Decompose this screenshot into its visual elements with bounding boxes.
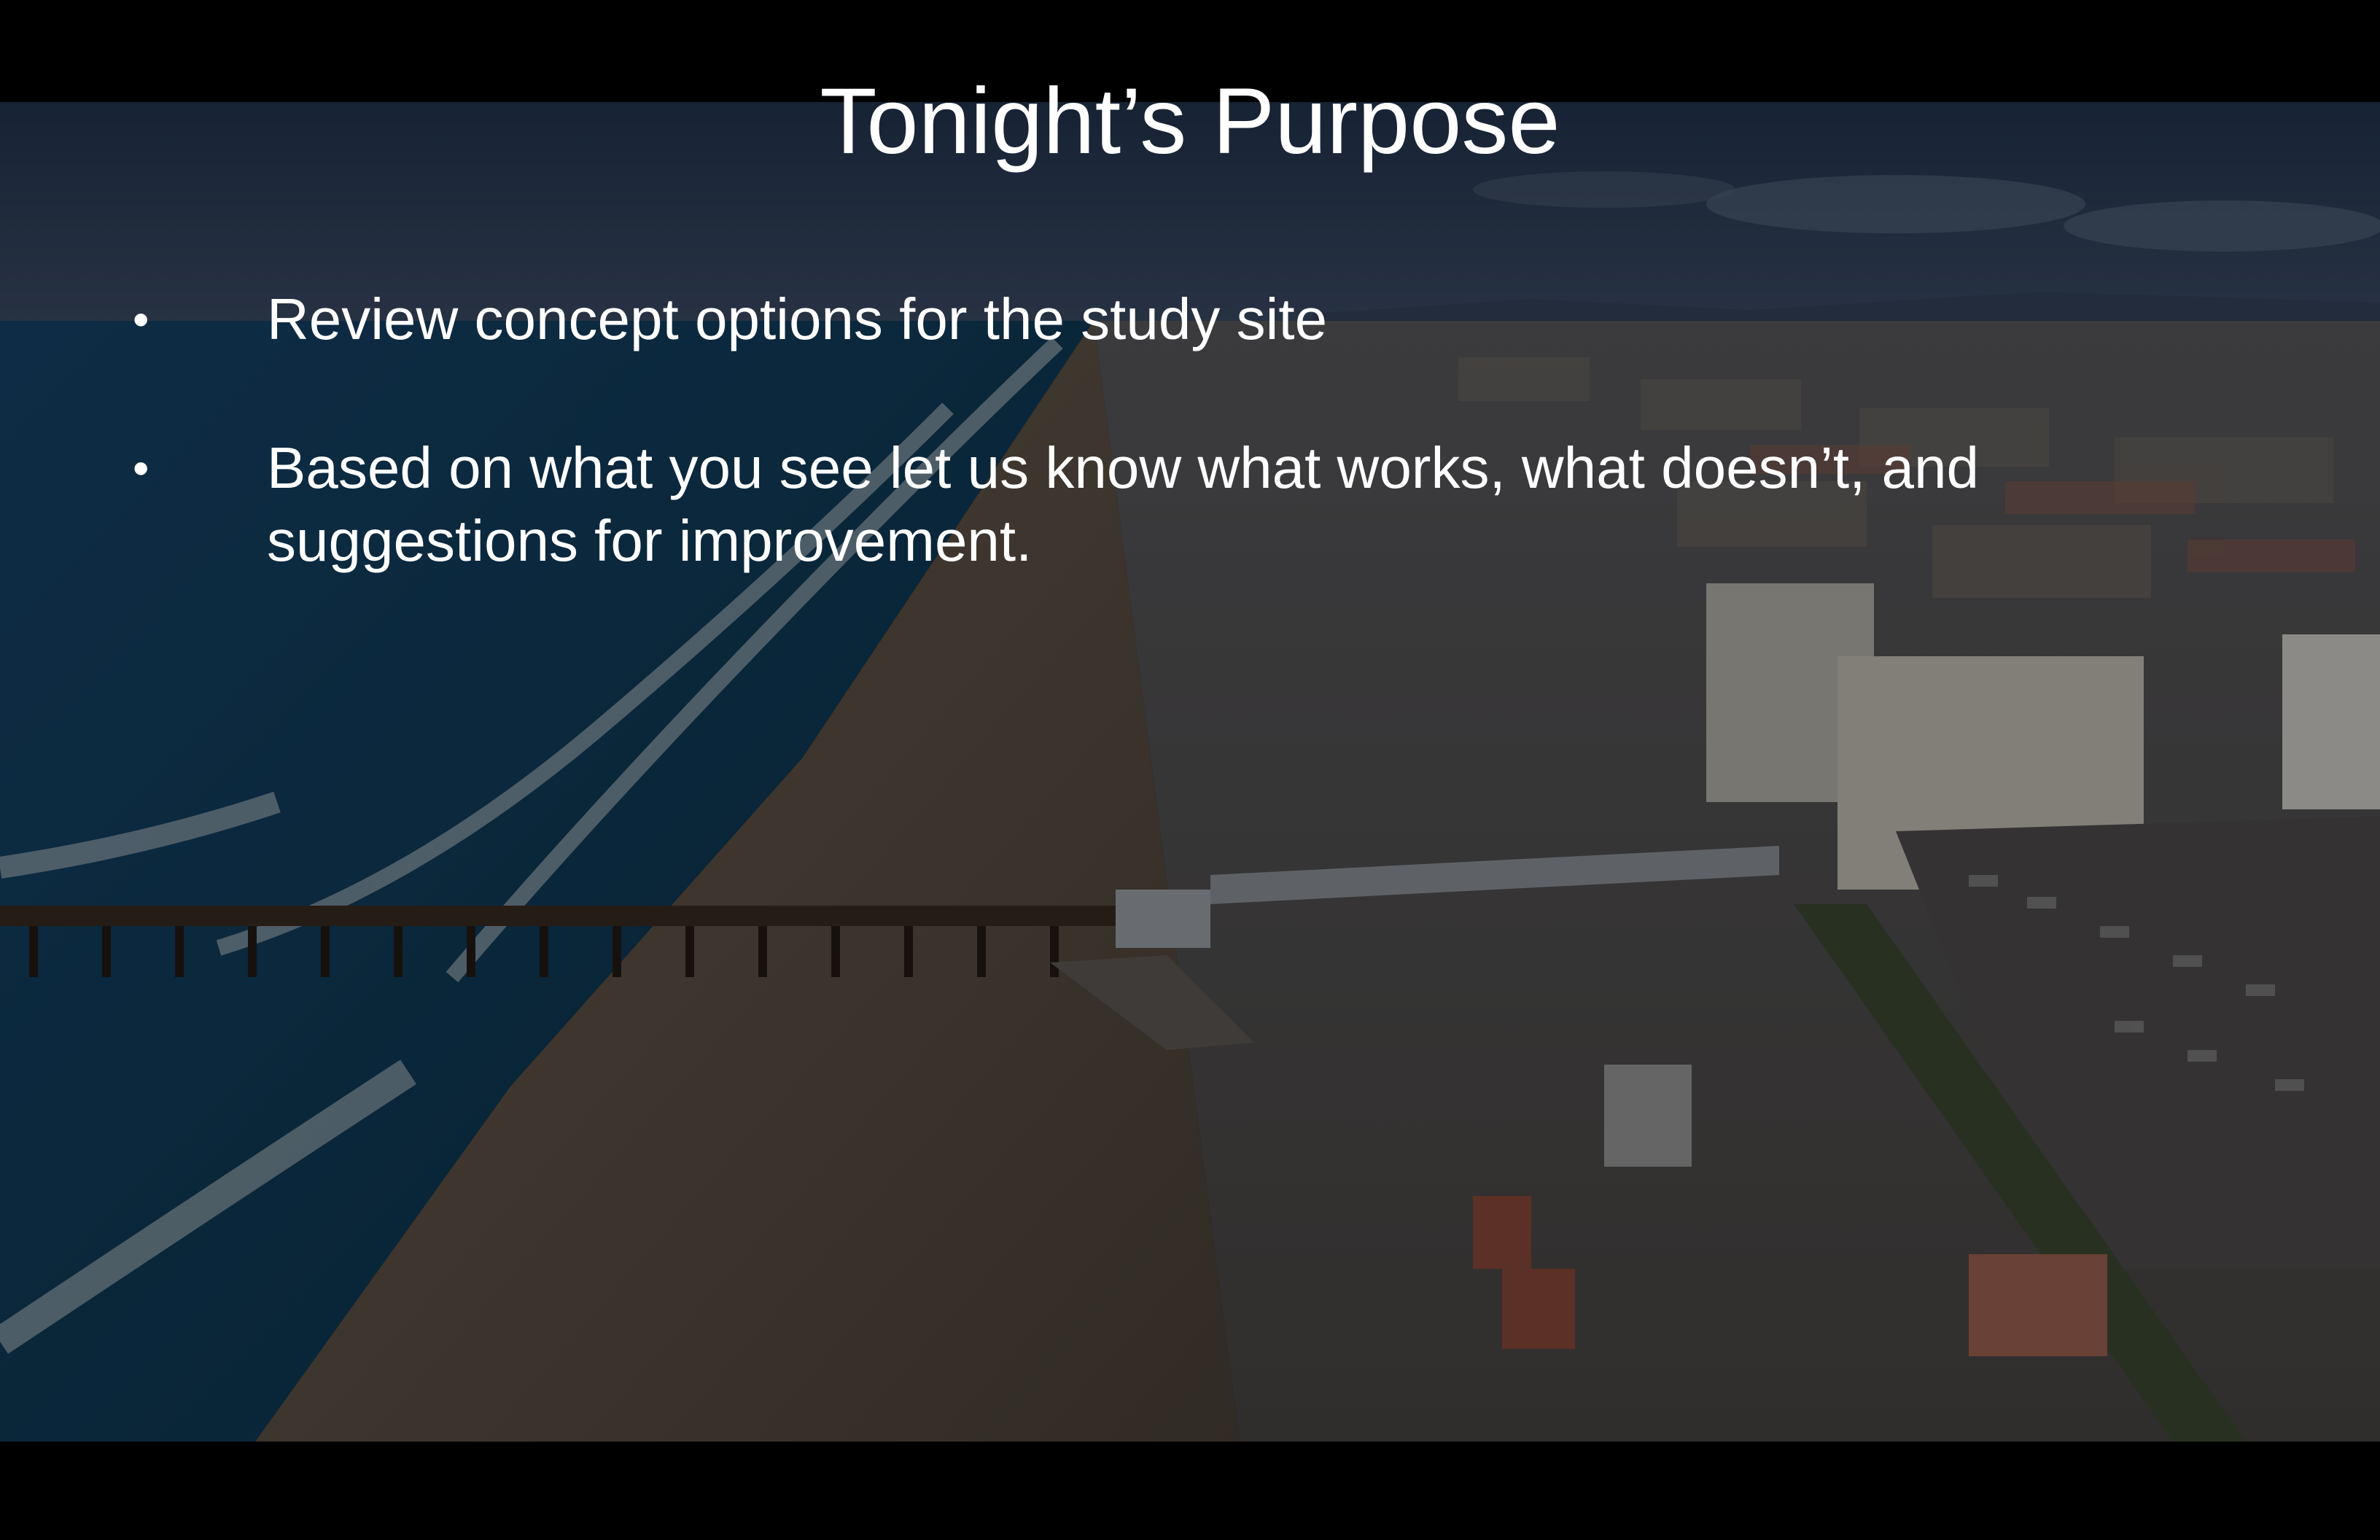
bullet-list: • Review concept options for the study s… [133,283,2145,653]
bullet-item: • Review concept options for the study s… [133,283,2145,356]
bullet-text: Based on what you see let us know what w… [267,435,1980,573]
bullet-dot: • [133,293,149,346]
slide-title: Tonight’s Purpose [820,69,1560,174]
slide: Tonight’s Purpose • Review concept optio… [0,0,2380,1540]
bullet-text: Review concept options for the study sit… [267,287,1328,351]
bullet-item: • Based on what you see let us know what… [133,432,2145,578]
bullet-dot: • [133,442,149,494]
